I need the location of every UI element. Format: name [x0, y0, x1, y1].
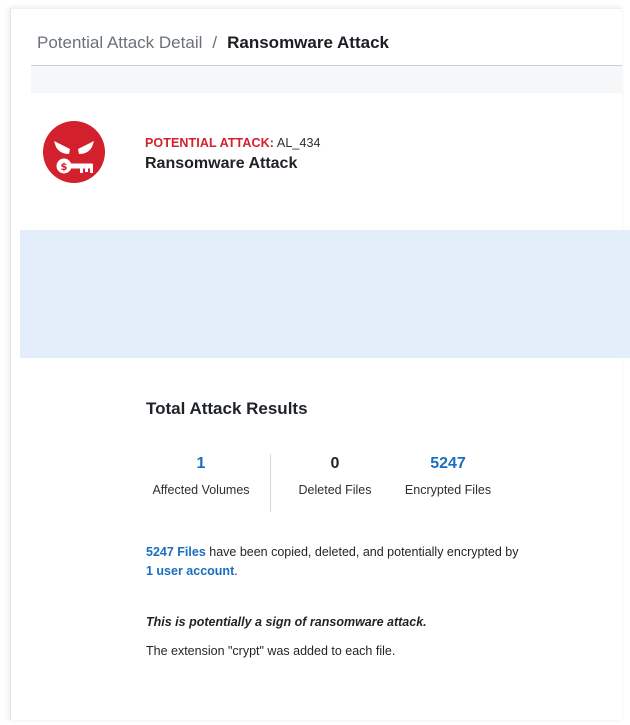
extension-note: The extension "crypt" was added to each … — [146, 644, 396, 658]
svg-text:$: $ — [61, 162, 68, 173]
breadcrumb-separator: / — [212, 33, 218, 52]
info-band — [20, 230, 630, 358]
ransomware-warning: This is potentially a sign of ransomware… — [146, 615, 427, 629]
angry-face-key-icon: $ — [42, 120, 106, 184]
files-link[interactable]: 5247 Files — [146, 545, 206, 559]
stat-encrypted-files[interactable]: 5247 Encrypted Files — [392, 454, 504, 497]
stat-caption: Encrypted Files — [404, 483, 492, 497]
user-account-link[interactable]: 1 user account — [146, 564, 234, 578]
breadcrumb-current: Ransomware Attack — [227, 33, 389, 52]
stat-value[interactable]: 5247 — [392, 454, 504, 474]
attack-code: AL_434 — [276, 136, 321, 150]
stat-caption: Affected Volumes — [152, 483, 250, 497]
toolbar-band — [31, 66, 622, 93]
attack-type-label: POTENTIAL ATTACK: — [145, 136, 275, 150]
stat-caption: Deleted Files — [298, 483, 372, 497]
results-summary: 5247 Files have been copied, deleted, an… — [146, 543, 526, 581]
summary-text: have been copied, deleted, and potential… — [205, 545, 519, 559]
results-title: Total Attack Results — [146, 399, 308, 418]
stat-divider — [270, 454, 271, 512]
breadcrumb-parent-link[interactable]: Potential Attack Detail — [37, 33, 202, 53]
breadcrumb: Potential Attack Detail / Ransomware Att… — [37, 31, 389, 55]
attack-title: Ransomware Attack — [145, 155, 298, 172]
attack-detail-panel: Potential Attack Detail / Ransomware Att… — [10, 8, 622, 720]
stat-value: 0 — [330, 455, 340, 472]
attack-id-label: POTENTIAL ATTACK: AL_434 — [145, 136, 321, 150]
stat-deleted-files: 0 Deleted Files — [285, 454, 385, 497]
summary-end: . — [234, 564, 238, 578]
stat-value[interactable]: 1 — [142, 454, 260, 474]
stat-affected-volumes[interactable]: 1 Affected Volumes — [142, 454, 260, 497]
